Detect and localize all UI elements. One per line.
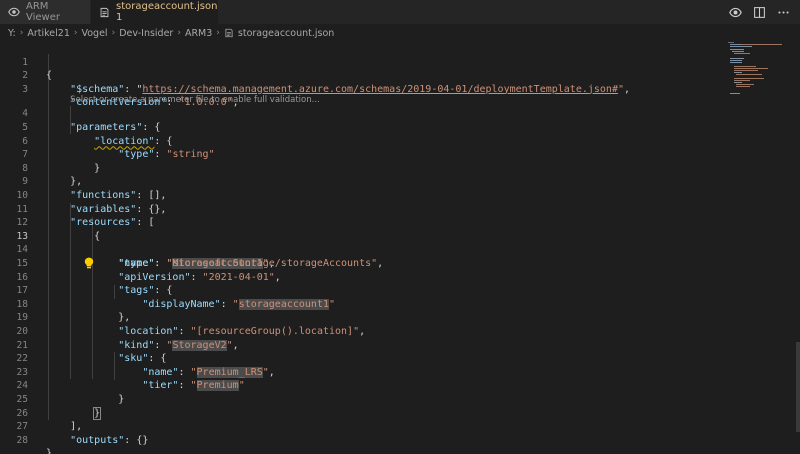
code-line: 22 "name": "Premium_LRS", [0,339,720,378]
chevron-right-icon: › [177,28,181,38]
code-line: 18 }, [0,284,720,324]
tab-storageaccount-json[interactable]: storageaccount.json 1 [91,0,218,24]
tab-label: ARM Viewer [26,1,60,23]
code-line: 6 "type": "string" [0,121,720,161]
breadcrumb-file[interactable]: storageaccount.json [238,28,334,39]
vertical-scrollbar[interactable] [790,42,800,454]
code-line: 14 "type": "Microsoft.Storage/storageAcc… [0,230,720,269]
code-line: 8 }, [0,148,720,188]
tab-arm-viewer[interactable]: ARM Viewer [0,0,91,24]
code-line: 25 } [0,379,720,420]
breadcrumb-dev-insider[interactable]: Dev-Insider [119,28,173,39]
code-line: 27 "outputs": {} [0,407,720,446]
code-editor[interactable]: 1 { 2 "$schema": "https://schema.managem… [0,42,800,454]
code-line: 9 "functions": [], [0,162,720,201]
minimap[interactable] [726,42,788,102]
more-actions-icon[interactable] [776,5,790,19]
chevron-right-icon: › [19,28,24,38]
chevron-right-icon: › [216,28,220,38]
code-line: 21 "sku": { [0,325,720,365]
code-line: 1 { [0,42,720,82]
code-line: 3 "contentVersion": "1.0.0.0", [0,69,720,109]
json-key: "outputs" [70,434,125,446]
code-line: 19 "location": "[resourceGroup().locatio… [0,298,720,337]
code-line: 24 } [0,366,720,405]
json-file-icon [99,6,110,18]
code-line: 28 } [0,420,720,454]
code-line: 26 ], [0,393,720,433]
tab-bar: ARM Viewer storageaccount.json 1 [0,0,800,24]
chevron-right-icon: › [73,28,78,38]
code-line: 5 "location": { [0,107,720,147]
breadcrumb-artikel21[interactable]: Artikel21 [27,28,70,39]
breadcrumb-arm3[interactable]: ARM3 [185,28,212,39]
code-line: 4 "parameters": { [0,94,720,133]
chevron-right-icon: › [111,28,116,38]
json-file-icon [224,28,234,38]
code-line: 23 "tier": "Premium" [0,352,720,392]
scrollbar-edge [796,342,800,432]
code-line: 12 { [0,203,720,242]
tab-label: storageaccount.json 1 [116,1,218,23]
split-editor-icon[interactable] [752,5,766,19]
code-line: 11 "resources": [ [0,189,720,229]
code-line: 20 "kind": "StorageV2", [0,311,720,351]
code-line: 16 "tags": { [0,257,720,297]
code-lens-row: Select or create a parameter file to ena… [0,83,720,105]
code-line: 10 "variables": {}, [0,175,720,215]
code-line: 17 "displayName": "storageaccount1" [0,271,720,310]
breadcrumb: Y: › Artikel21 › Vogel › Dev-Insider › A… [0,24,800,42]
open-preview-eye-icon[interactable] [728,5,742,19]
code-line-current: 13 "name": "storageaccount1", [0,216,720,269]
breadcrumb-vogel[interactable]: Vogel [81,28,107,39]
code-line: 15 "apiVersion": "2021-04-01", [0,243,720,283]
code-line: 2 "$schema": "https://schema.management.… [0,56,720,95]
line-number: 28 [16,434,28,446]
eye-icon [8,6,20,18]
code-line: 7 } [0,135,720,174]
breadcrumb-drive[interactable]: Y: [8,28,16,39]
